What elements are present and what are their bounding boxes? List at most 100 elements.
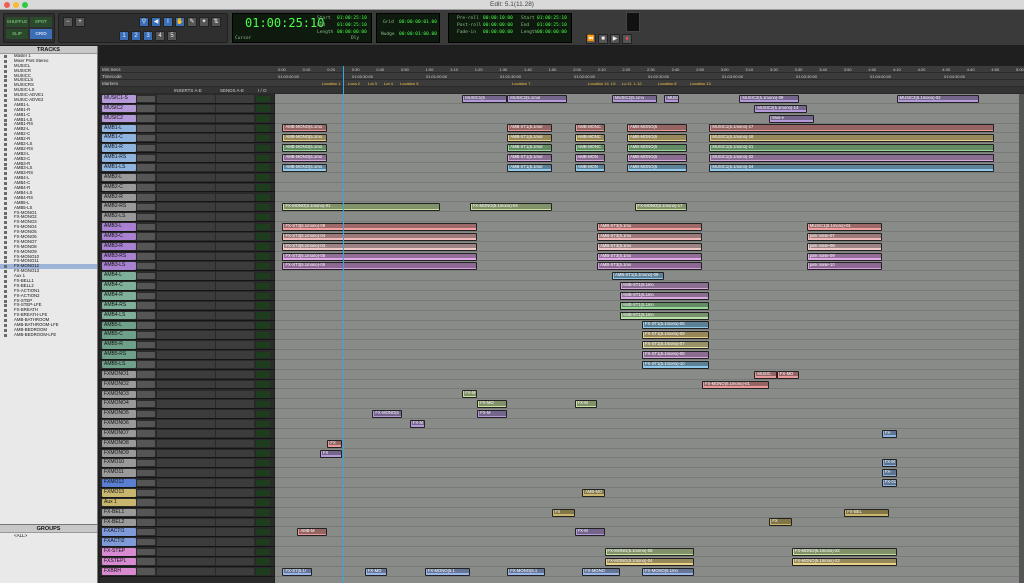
- track-volume[interactable]: [256, 253, 270, 260]
- audio-clip[interactable]: AMB-MONO(5: [627, 144, 687, 153]
- track-volume[interactable]: [256, 509, 270, 516]
- track-sends[interactable]: [216, 242, 254, 251]
- audio-clip[interactable]: MUSIC2(5.1mono)-09: [739, 94, 800, 103]
- grabber-tool-icon[interactable]: ✋: [175, 17, 185, 27]
- timeline-track-row[interactable]: [275, 478, 1024, 488]
- mode-grid-button[interactable]: GRID: [30, 29, 52, 39]
- track-volume[interactable]: [256, 391, 270, 398]
- track-inserts[interactable]: [157, 193, 215, 201]
- track-inserts[interactable]: [157, 134, 215, 142]
- track-sends[interactable]: [216, 292, 254, 300]
- track-sends[interactable]: [216, 232, 254, 241]
- audio-clip[interactable]: MUSIC2(5.1mono)-02: [896, 94, 980, 103]
- track-record-solo-mute-buttons[interactable]: [137, 233, 155, 240]
- track-record-solo-mute-buttons[interactable]: [137, 331, 155, 339]
- timeline-track-row[interactable]: [275, 390, 1024, 400]
- mode-shuffle-button[interactable]: SHUFFLE: [6, 17, 28, 27]
- track-name[interactable]: AMB1-L: [102, 124, 136, 133]
- audio-clip[interactable]: MUSIC1(5.1mono)-01: [806, 222, 882, 231]
- track-sends[interactable]: [216, 351, 254, 359]
- track-inserts[interactable]: [157, 104, 215, 113]
- zoomer-tool-icon[interactable]: ⚲: [139, 17, 149, 27]
- track-volume[interactable]: [256, 223, 270, 231]
- track-sends[interactable]: [216, 548, 254, 556]
- track-volume[interactable]: [256, 272, 270, 280]
- track-inserts[interactable]: [157, 459, 215, 467]
- track-sends[interactable]: [216, 341, 254, 349]
- track-record-solo-mute-buttons[interactable]: [137, 509, 155, 516]
- track-name[interactable]: AMB3-RS: [102, 252, 136, 261]
- audio-clip[interactable]: FX-MO: [776, 370, 800, 379]
- audio-clip[interactable]: AMB-MONO(5: [627, 134, 687, 143]
- track-record-solo-mute-buttons[interactable]: [137, 548, 155, 556]
- audio-clip[interactable]: MUSIC2(5.1mo: [612, 94, 657, 103]
- track-volume[interactable]: [256, 243, 270, 250]
- track-inserts[interactable]: [157, 292, 215, 300]
- track-inserts[interactable]: [157, 479, 215, 487]
- track-sends[interactable]: [216, 469, 254, 477]
- audio-clip[interactable]: FX-: [881, 469, 897, 478]
- play-button[interactable]: ▶: [610, 34, 620, 44]
- audio-clip[interactable]: AMB-ST1(5.1mor: [507, 163, 553, 172]
- track-record-solo-mute-buttons[interactable]: [137, 450, 155, 457]
- audio-clip[interactable]: FX-MONO(5.1mono)-23: [791, 557, 897, 566]
- track-name[interactable]: FXMO13: [102, 489, 136, 497]
- track-record-solo-mute-buttons[interactable]: [137, 184, 155, 191]
- track-name[interactable]: AMB3-R: [102, 242, 136, 251]
- stop-button[interactable]: ■: [598, 34, 608, 44]
- audio-clip[interactable]: FX-MONO(5.1mono)-01: [282, 203, 440, 212]
- audio-clip[interactable]: MUSIC1(5.1mono)-21: [709, 144, 995, 153]
- track-inserts[interactable]: [157, 351, 215, 359]
- track-name[interactable]: FX-BEL1: [102, 508, 136, 517]
- audio-clip[interactable]: FX-M: [881, 459, 897, 468]
- track-inserts[interactable]: [157, 420, 215, 428]
- track-sends[interactable]: [216, 301, 254, 310]
- track-sends[interactable]: [216, 360, 254, 369]
- audio-clip[interactable]: FX-ST1(5.1mono)-07: [642, 341, 710, 350]
- view-preset-2-button[interactable]: 2: [131, 31, 141, 41]
- audio-clip[interactable]: FX-ST1(5.1mono)-10: [642, 360, 710, 369]
- smart-tool-icon[interactable]: ✦: [199, 17, 209, 27]
- track-name[interactable]: AMB5-LS: [102, 360, 136, 369]
- track-volume[interactable]: [256, 479, 270, 487]
- timeline-canvas[interactable]: MUSIC1(5 MUSIC2(5.1mor MUSIC2(5.1mo MUSI MUS…: [275, 94, 1024, 583]
- track-volume[interactable]: [256, 361, 270, 368]
- audio-clip[interactable]: AMB-MON: [574, 163, 605, 172]
- track-name[interactable]: AMB2-C: [102, 183, 136, 192]
- track-sends[interactable]: [216, 173, 254, 182]
- track-volume[interactable]: [256, 322, 270, 329]
- track-volume[interactable]: [256, 203, 270, 211]
- main-counter[interactable]: 01:00:25:10 Cursor Start End Length 01:0…: [232, 13, 372, 43]
- track-volume[interactable]: [256, 144, 270, 152]
- track-name[interactable]: AMB5-L: [102, 321, 136, 330]
- track-name[interactable]: FXMONO4: [102, 400, 136, 408]
- audio-clip[interactable]: FX-MONO(5.1mono)-08: [604, 548, 695, 556]
- preroll-value[interactable]: 00:00:10:00: [483, 16, 513, 21]
- track-name[interactable]: FXMONO1: [102, 370, 136, 379]
- track-inserts[interactable]: [157, 213, 215, 221]
- track-volume[interactable]: [256, 381, 270, 388]
- audio-clip[interactable]: FX-MO: [477, 400, 508, 409]
- track-record-solo-mute-buttons[interactable]: [137, 459, 155, 467]
- marker[interactable]: Location 13: [690, 80, 711, 87]
- track-volume[interactable]: [256, 568, 270, 575]
- audio-clip[interactable]: FX-M: [409, 419, 425, 428]
- track-sends[interactable]: [216, 439, 254, 448]
- track-sends[interactable]: [216, 144, 254, 152]
- timeline-track-row[interactable]: [275, 173, 1024, 183]
- timeline-track-row[interactable]: [275, 488, 1024, 498]
- audio-clip[interactable]: FX-MONO(5.1: [424, 567, 470, 576]
- audio-clip[interactable]: MUSIC1(5.1mono)-18: [709, 134, 995, 143]
- audio-clip[interactable]: MUSI: [664, 94, 680, 103]
- track-volume[interactable]: [256, 105, 270, 112]
- playhead-cursor[interactable]: [343, 66, 344, 583]
- audio-clip[interactable]: FX-01: [881, 479, 897, 488]
- track-volume[interactable]: [256, 450, 270, 457]
- track-inserts[interactable]: [157, 173, 215, 182]
- track-volume[interactable]: [256, 528, 270, 536]
- audio-clip[interactable]: MUSIC2(5.1mono)-14: [754, 104, 807, 113]
- track-record-solo-mute-buttons[interactable]: [137, 341, 155, 349]
- track-record-solo-mute-buttons[interactable]: [137, 420, 155, 428]
- audio-clip[interactable]: FX-MONO(5.1mono)-22: [791, 548, 897, 556]
- track-inserts[interactable]: [157, 449, 215, 458]
